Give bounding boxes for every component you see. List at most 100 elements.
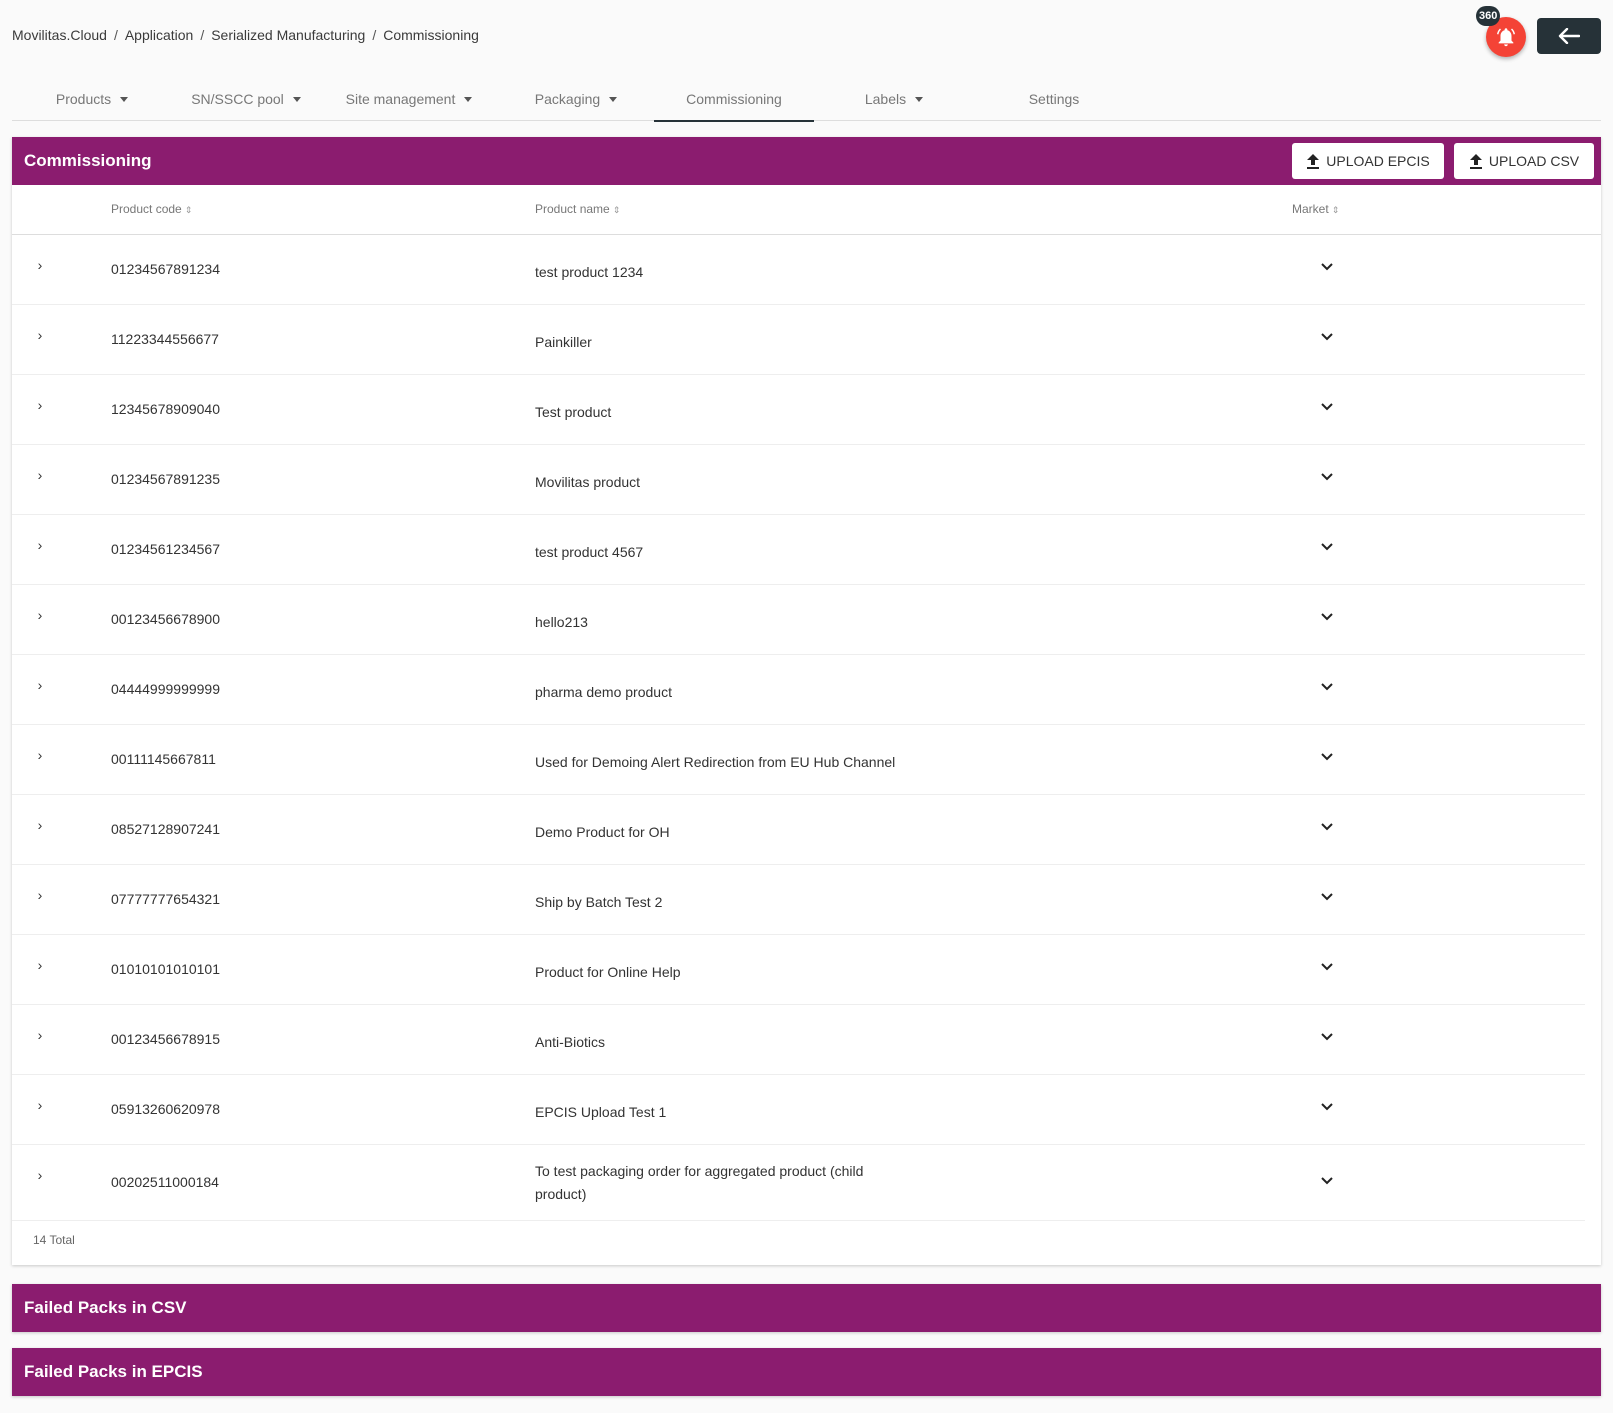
product-code: 01234561234567 — [111, 541, 221, 557]
chevron-down-icon[interactable] — [1321, 1177, 1333, 1185]
breadcrumb-separator: / — [200, 27, 205, 43]
table-row[interactable]: › 00123456678915 Anti-Biotics — [12, 1005, 1585, 1075]
product-name: hello213 — [535, 614, 588, 630]
chevron-down-icon[interactable] — [1321, 683, 1333, 691]
table-row[interactable]: › 00123456678900 hello213 — [12, 585, 1585, 655]
chevron-right-icon[interactable]: › — [34, 397, 46, 413]
arrow-left-icon — [1558, 28, 1580, 44]
chevron-right-icon[interactable]: › — [34, 677, 46, 693]
breadcrumb-item-serialized-manufacturing[interactable]: Serialized Manufacturing — [211, 27, 365, 43]
tab-label: Settings — [1028, 90, 1080, 107]
tab-labels[interactable]: Labels — [814, 76, 974, 121]
table-row[interactable]: › 01234561234567 test product 4567 — [12, 515, 1585, 585]
product-code: 01234567891234 — [111, 261, 221, 277]
chevron-down-icon[interactable] — [1321, 1103, 1333, 1111]
tab-sn-sscc-pool[interactable]: SN/SSCC pool — [172, 76, 320, 121]
total-count: 14 Total — [33, 1233, 75, 1247]
table-row[interactable]: › 07777777654321 Ship by Batch Test 2 — [12, 865, 1585, 935]
failed-packs-epcis-panel[interactable]: Failed Packs in EPCIS — [12, 1348, 1601, 1396]
breadcrumb-separator: / — [372, 27, 377, 43]
chevron-down-icon[interactable] — [1321, 893, 1333, 901]
chevron-right-icon[interactable]: › — [34, 257, 46, 273]
table-row[interactable]: › 05913260620978 EPCIS Upload Test 1 — [12, 1075, 1585, 1145]
top-bar: Movilitas.Cloud / Application / Serializ… — [0, 0, 1613, 70]
commissioning-card: Commissioning UPLOAD EPCIS UPLOAD CSV Pr… — [12, 137, 1601, 1265]
tab-label: Site management — [345, 90, 456, 107]
table-row[interactable]: › 00111145667811 Used for Demoing Alert … — [12, 725, 1585, 795]
chevron-right-icon[interactable]: › — [34, 1097, 46, 1113]
product-name: Demo Product for OH — [535, 824, 670, 840]
chevron-down-icon[interactable] — [1321, 473, 1333, 481]
chevron-down-icon[interactable] — [1321, 543, 1333, 551]
chevron-down-icon[interactable] — [1321, 823, 1333, 831]
caret-down-icon — [120, 97, 129, 102]
chevron-down-icon[interactable] — [1321, 613, 1333, 621]
chevron-down-icon[interactable] — [1321, 753, 1333, 761]
chevron-right-icon[interactable]: › — [34, 957, 46, 973]
table-row[interactable]: › 01010101010101 Product for Online Help — [12, 935, 1585, 1005]
table-row[interactable]: › 04444999999999 pharma demo product — [12, 655, 1585, 725]
chevron-down-icon[interactable] — [1321, 963, 1333, 971]
panel-title: Failed Packs in EPCIS — [24, 1362, 203, 1381]
chevron-down-icon[interactable] — [1321, 333, 1333, 341]
notifications[interactable]: 360 — [1476, 6, 1526, 57]
back-button[interactable] — [1537, 18, 1601, 54]
upload-csv-button[interactable]: UPLOAD CSV — [1454, 143, 1594, 179]
table-row[interactable]: › 00202511000184 To test packaging order… — [12, 1145, 1585, 1221]
chevron-right-icon[interactable]: › — [34, 1167, 46, 1183]
tab-site-management[interactable]: Site management — [320, 76, 498, 121]
caret-down-icon — [915, 97, 924, 102]
sort-icon: ⇕ — [184, 205, 193, 215]
chevron-down-icon[interactable] — [1321, 403, 1333, 411]
product-code: 00123456678915 — [111, 1031, 221, 1047]
product-name: Movilitas product — [535, 474, 641, 490]
breadcrumb-item-home[interactable]: Movilitas.Cloud — [12, 27, 107, 43]
product-name: Product for Online Help — [535, 964, 681, 980]
chevron-right-icon[interactable]: › — [34, 817, 46, 833]
table-row[interactable]: › 01234567891235 Movilitas product — [12, 445, 1585, 515]
upload-icon — [1469, 154, 1482, 169]
sort-icon: ⇕ — [612, 205, 621, 215]
chevron-right-icon[interactable]: › — [34, 1027, 46, 1043]
chevron-right-icon[interactable]: › — [34, 607, 46, 623]
tab-label: Commissioning — [686, 90, 782, 107]
table-row[interactable]: › 01234567891234 test product 1234 — [12, 235, 1585, 305]
chevron-right-icon[interactable]: › — [34, 467, 46, 483]
chevron-right-icon[interactable]: › — [34, 327, 46, 343]
tab-products[interactable]: Products — [12, 76, 172, 121]
chevron-down-icon[interactable] — [1321, 263, 1333, 271]
upload-icon — [1307, 154, 1320, 169]
product-code: 00202511000184 — [111, 1174, 219, 1190]
column-label: Product code — [111, 202, 182, 216]
product-code: 12345678909040 — [111, 401, 221, 417]
chevron-down-icon[interactable] — [1321, 1033, 1333, 1041]
upload-epcis-label: UPLOAD EPCIS — [1326, 153, 1430, 169]
column-header-product-name[interactable]: Product name ⇕ — [535, 202, 620, 216]
tab-commissioning[interactable]: Commissioning — [654, 76, 814, 122]
chevron-right-icon[interactable]: › — [34, 537, 46, 553]
table-row[interactable]: › 12345678909040 Test product — [12, 375, 1585, 445]
upload-csv-label: UPLOAD CSV — [1488, 153, 1580, 169]
caret-down-icon — [609, 97, 618, 102]
table-row[interactable]: › 08527128907241 Demo Product for OH — [12, 795, 1585, 865]
column-header-product-code[interactable]: Product code ⇕ — [111, 202, 192, 216]
breadcrumb-item-application[interactable]: Application — [125, 27, 194, 43]
upload-epcis-button[interactable]: UPLOAD EPCIS — [1292, 143, 1444, 179]
caret-down-icon — [464, 97, 473, 102]
commissioning-header: Commissioning UPLOAD EPCIS UPLOAD CSV — [12, 137, 1601, 185]
tab-packaging[interactable]: Packaging — [498, 76, 654, 121]
chevron-right-icon[interactable]: › — [34, 887, 46, 903]
product-name: Ship by Batch Test 2 — [535, 894, 663, 910]
caret-down-icon — [292, 97, 301, 102]
chevron-right-icon[interactable]: › — [34, 747, 46, 763]
tab-settings[interactable]: Settings — [974, 76, 1134, 121]
column-header-market[interactable]: Market ⇕ — [1292, 202, 1339, 216]
breadcrumb-separator: / — [113, 27, 118, 43]
tab-bar: Products SN/SSCC pool Site management Pa… — [12, 76, 1601, 122]
product-code: 04444999999999 — [111, 681, 221, 697]
table-body: › 01234567891234 test product 1234 › 112… — [12, 235, 1601, 1221]
table-row[interactable]: › 11223344556677 Painkiller — [12, 305, 1585, 375]
product-name: Used for Demoing Alert Redirection from … — [535, 754, 896, 770]
failed-packs-csv-panel[interactable]: Failed Packs in CSV — [12, 1284, 1601, 1332]
product-code: 08527128907241 — [111, 821, 221, 837]
